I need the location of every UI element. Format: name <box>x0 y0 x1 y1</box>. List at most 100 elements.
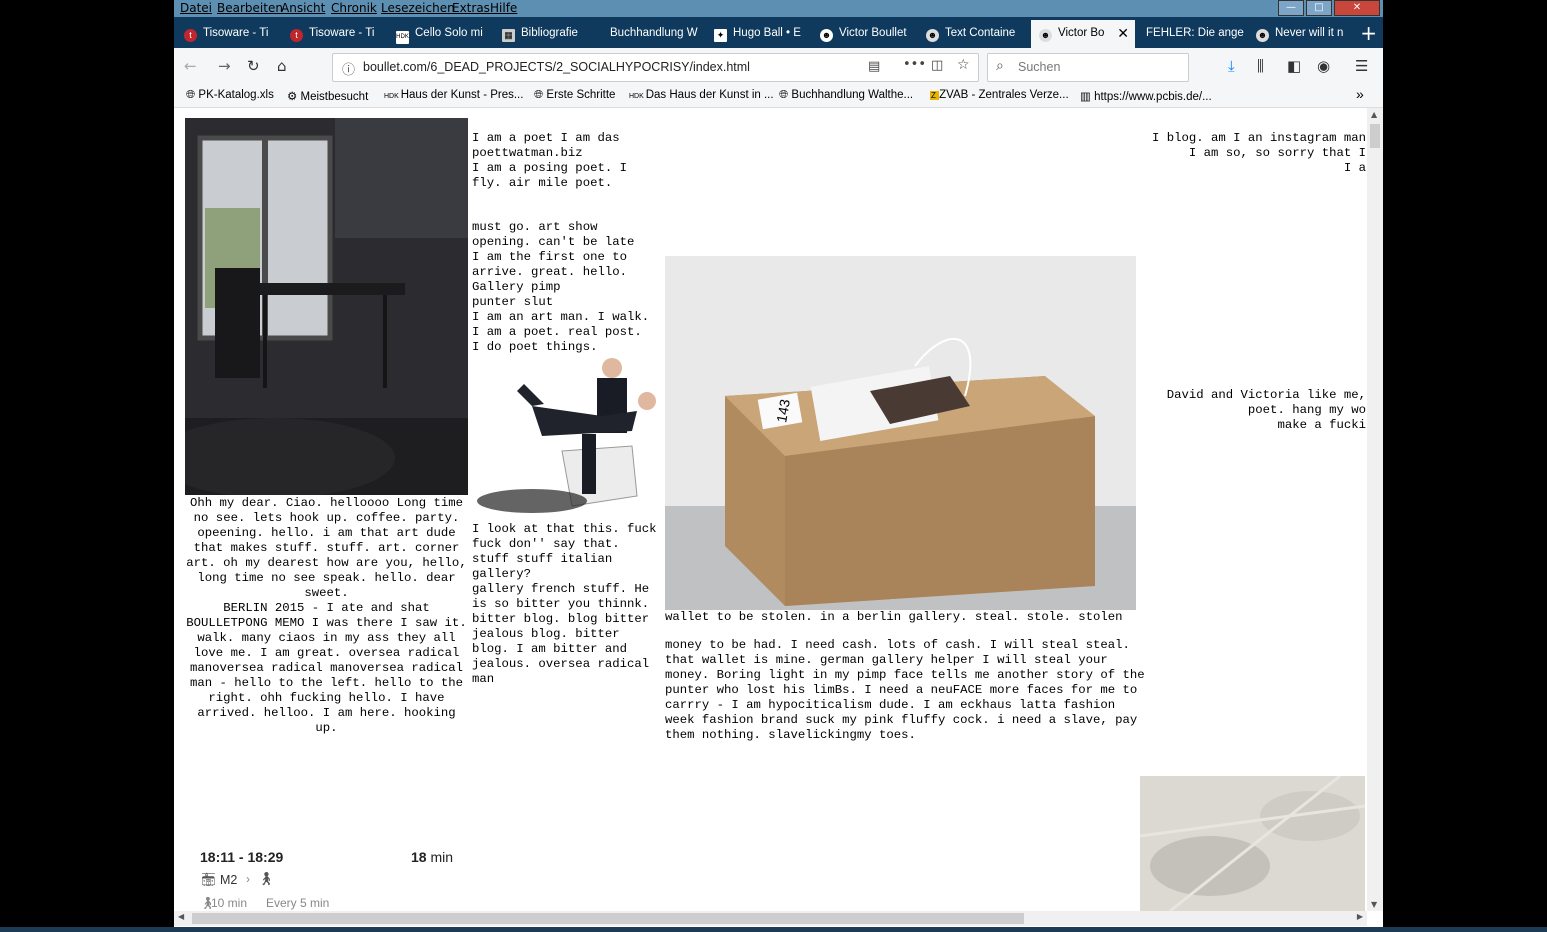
maximize-button[interactable]: □ <box>1306 0 1332 16</box>
tab-bibliografie[interactable]: ▦ Bibliografie <box>494 20 598 48</box>
url-text[interactable]: boullet.com/6_DEAD_PROJECTS/2_SOCIALHYPO… <box>363 60 750 74</box>
tisoware-icon: t <box>290 29 303 42</box>
face-icon: ☻ <box>926 29 939 42</box>
sidebar-icon[interactable]: ◧ <box>1287 57 1301 75</box>
scroll-left-icon[interactable]: ◀ <box>178 912 184 921</box>
puzzle-icon: ✦ <box>714 29 727 42</box>
menu-ansicht[interactable]: Ansicht <box>281 1 325 15</box>
tab-text-container[interactable]: ☻ Text Containe <box>918 20 1028 48</box>
transit-line: M2 <box>220 873 238 887</box>
menu-extras[interactable]: Extras <box>452 1 490 15</box>
david-victoria-text: David and Victoria like me, poet. hang m… <box>1166 388 1366 432</box>
close-tab-icon[interactable]: ✕ <box>1117 20 1129 47</box>
horizontal-scroll-thumb[interactable] <box>192 913 1024 924</box>
tab-never-will[interactable]: ☻ Never will it n <box>1248 20 1352 48</box>
transit-overlay: 18:11 - 18:29 18 min 🚋︎ M2 › 🚶︎ 🚶︎ 10 mi… <box>188 843 488 911</box>
browser-window: Datei Bearbeiten Ansicht Chronik Lesezei… <box>174 0 1383 927</box>
new-tab-button[interactable]: + <box>1360 20 1377 46</box>
zvab-icon: Z <box>930 91 940 100</box>
vertical-scrollbar[interactable]: ▲ ▼ <box>1367 108 1383 911</box>
bookmark-pk-katalog[interactable]: 🌐︎ PK-Katalog.xls <box>186 89 274 102</box>
transit-frequency: Every 5 min <box>266 896 330 910</box>
reader-view-icon[interactable]: ▤ <box>868 59 880 74</box>
navigation-bar: ← → ↻ ⌂ ⓘ boullet.com/6_DEAD_PROJECTS/2_… <box>174 48 1383 85</box>
bookmark-zvab[interactable]: Z ZVAB - Zentrales Verze... <box>930 89 1069 101</box>
bookmark-meistbesucht[interactable]: ⚙ Meistbesucht <box>287 89 368 103</box>
tab-tisoware-2[interactable]: t Tisoware - Ti <box>282 20 386 48</box>
back-icon[interactable]: ← <box>184 57 197 75</box>
horizontal-scrollbar[interactable]: ◀ ▶ <box>174 911 1367 926</box>
tram-icon: 🚋︎ <box>200 872 217 887</box>
menu-hilfe[interactable]: Hilfe <box>490 1 517 15</box>
window-controls: — □ ✕ <box>1276 0 1380 16</box>
reload-icon[interactable]: ↻ <box>247 57 260 75</box>
bitter-blog-text: I look at that this. fuck fuck don'' say… <box>472 522 657 686</box>
tab-hugo-ball[interactable]: ✦ Hugo Ball • E <box>706 20 810 48</box>
download-icon[interactable]: ⤓ <box>1228 57 1235 75</box>
chevron-right-icon: › <box>246 872 250 886</box>
account-icon[interactable]: ◉ <box>1317 57 1330 75</box>
info-icon[interactable]: ⓘ <box>342 59 355 78</box>
bookmark-erste-schritte[interactable]: 🌐︎ Erste Schritte <box>534 89 615 102</box>
tab-buchhandlung[interactable]: Buchhandlung W <box>600 20 704 48</box>
tab-victor-active[interactable]: ☻ Victor Bo ✕ <box>1031 20 1135 48</box>
menu-lesezeichen[interactable]: Lesezeichen <box>381 1 455 15</box>
walk-icon: 🚶︎ <box>258 871 275 886</box>
vertical-scroll-thumb[interactable] <box>1370 124 1380 148</box>
face-icon: ☻ <box>820 29 833 42</box>
wallet-caption: wallet to be stolen. in a berlin gallery… <box>665 610 1123 624</box>
more-bookmarks-icon[interactable]: » <box>1356 86 1364 102</box>
grid-icon: ▥ <box>1080 91 1095 103</box>
globe-icon: 🌐︎ <box>534 89 547 101</box>
tab-victor-boullet[interactable]: ☻ Victor Boullet <box>812 20 916 48</box>
tab-fehler[interactable]: FEHLER: Die ange <box>1138 20 1246 48</box>
wallet-box-photo: 143 <box>665 256 1136 610</box>
scroll-up-icon[interactable]: ▲ <box>1371 110 1377 119</box>
pavement-photo <box>1140 776 1365 911</box>
search-icon: ⌕ <box>996 58 1004 74</box>
figure-render-image <box>477 358 656 513</box>
transit-time-range: 18:11 - 18:29 <box>200 849 284 865</box>
search-placeholder: Suchen <box>1018 60 1061 74</box>
blog-text-right: I blog. am I an instagram man I am so, s… <box>1151 131 1366 175</box>
bookmark-pcbis[interactable]: ▥ https://www.pcbis.de/... <box>1080 89 1212 103</box>
bookmark-haus-der-kunst[interactable]: HDK Haus der Kunst - Pres... <box>384 89 523 101</box>
tisoware-icon: t <box>184 29 197 42</box>
more-actions-icon[interactable]: ••• <box>903 57 926 72</box>
pocket-icon[interactable]: ◫ <box>931 58 943 73</box>
scroll-right-icon[interactable]: ▶ <box>1357 912 1363 921</box>
forward-icon[interactable]: → <box>218 57 231 75</box>
library-icon[interactable]: ⫼ <box>1257 57 1264 75</box>
menu-chronik[interactable]: Chronik <box>331 1 377 15</box>
transit-walk-time: 10 min <box>211 896 248 910</box>
tab-cello-solo[interactable]: HDK Cello Solo mi <box>388 20 492 48</box>
apartment-photo <box>185 118 468 495</box>
page-content: I am a poet I am das poettwatman.biz I a… <box>174 108 1367 911</box>
url-bar[interactable]: ⓘ boullet.com/6_DEAD_PROJECTS/2_SOCIALHY… <box>332 53 979 82</box>
scroll-down-icon[interactable]: ▼ <box>1371 900 1377 909</box>
menu-bar: Datei Bearbeiten Ansicht Chronik Lesezei… <box>174 0 1383 17</box>
minimize-button[interactable]: — <box>1278 0 1304 16</box>
gear-icon: ⚙ <box>287 91 301 103</box>
tab-bar: t Tisoware - Ti t Tisoware - Ti HDK Cello S… <box>174 17 1383 48</box>
art-show-text: must go. art show opening. can't be late… <box>472 220 650 354</box>
face-icon: ☻ <box>1256 29 1269 42</box>
ciao-text: Ohh my dear. Ciao. helloooo Long time no… <box>186 496 467 735</box>
bookmark-buchhandlung[interactable]: 🌐︎ Buchhandlung Walthe... <box>779 89 913 102</box>
close-window-button[interactable]: ✕ <box>1334 0 1380 16</box>
hdk-icon: HDK <box>396 31 409 44</box>
steal-money-text: money to be had. I need cash. lots of ca… <box>665 638 1153 742</box>
bookmarks-bar: 🌐︎ PK-Katalog.xls ⚙ Meistbesucht HDK Hau… <box>174 85 1383 108</box>
bookmark-das-haus[interactable]: HDK Das Haus der Kunst in ... <box>629 89 774 101</box>
poet-text-top: I am a poet I am das poettwatman.biz I a… <box>472 131 627 190</box>
tab-tisoware-1[interactable]: t Tisoware - Ti <box>176 20 280 48</box>
globe-icon: 🌐︎ <box>186 89 199 101</box>
hamburger-menu-icon[interactable]: ☰ <box>1355 57 1368 75</box>
search-box[interactable]: ⌕ Suchen <box>987 53 1189 82</box>
home-icon[interactable]: ⌂ <box>277 57 287 75</box>
menu-datei[interactable]: Datei <box>180 1 212 15</box>
taskbar <box>0 927 1547 932</box>
menu-bearbeiten[interactable]: Bearbeiten <box>217 1 283 15</box>
bookmark-star-icon[interactable]: ☆ <box>957 57 970 73</box>
grid-icon: ▦ <box>502 29 515 42</box>
